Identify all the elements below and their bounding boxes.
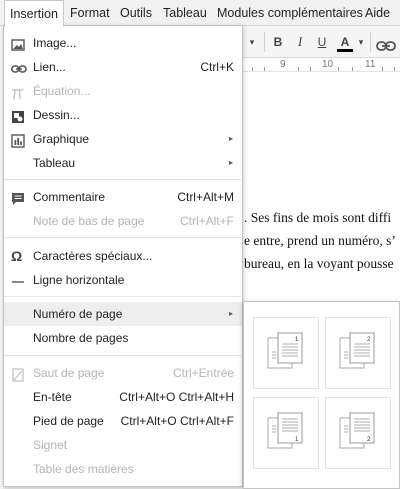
ruler-tick <box>264 67 265 71</box>
insert-menu: Image... Lien... Ctrl+K + Équation... De… <box>3 25 243 487</box>
ruler-tick <box>310 67 311 71</box>
page-number-footer-skip-first-icon: 2 <box>326 412 392 473</box>
menu-separator <box>4 296 242 297</box>
menu-item-page-count[interactable]: Nombre de pages <box>4 326 242 350</box>
menu-separator <box>4 237 242 238</box>
horizontal-line-icon <box>11 273 25 287</box>
menu-item-equation: + Équation... <box>4 79 242 103</box>
document-text-line[interactable]: . Ses fins de mois sont diffi <box>244 210 391 226</box>
menu-modules-complementaires[interactable]: Modules complémentaires <box>217 0 363 26</box>
page-number-footer-right-icon: 1 <box>254 412 320 473</box>
svg-text:+: + <box>22 87 25 93</box>
menu-item-footnote: Note de bas de page Ctrl+Alt+F <box>33 214 234 228</box>
menu-separator <box>4 179 242 180</box>
image-icon <box>11 36 25 51</box>
toolbar-divider <box>264 32 265 52</box>
menu-item-page-break: Saut de page Ctrl+Entrée <box>4 361 242 385</box>
menu-item-bookmark: Signet <box>33 438 68 452</box>
text-color-bar <box>337 49 353 52</box>
ruler-tick <box>352 67 353 71</box>
bold-button[interactable]: B <box>270 32 286 52</box>
menu-item-header[interactable]: En-tête Ctrl+Alt+O Ctrl+Alt+H <box>4 385 242 409</box>
font-size-dropdown-chevron[interactable]: ▾ <box>246 32 258 52</box>
formatting-toolbar: ▾ B I U A ▾ <box>240 26 400 58</box>
italic-button[interactable]: I <box>292 32 308 52</box>
page-number-option-header-skip-first[interactable]: 2 <box>325 317 391 389</box>
page-number-option-footer-skip-first[interactable]: 2 <box>325 397 391 469</box>
submenu-arrow-icon: ▸ <box>228 134 233 143</box>
menu-item-table[interactable]: Tableau ▸ <box>4 151 242 175</box>
menu-item-comment[interactable]: Commentaire Ctrl+Alt+M <box>4 185 242 209</box>
underline-button[interactable]: U <box>314 32 330 52</box>
omega-icon: Ω <box>11 248 23 264</box>
toolbar-divider <box>370 32 371 52</box>
page-break-icon <box>11 366 25 382</box>
document-text-line[interactable]: bureau, en la voyant pousse <box>244 256 394 272</box>
menu-item-table-of-contents: Table des matières <box>33 462 134 476</box>
menu-item-chart[interactable]: Graphique ▸ <box>4 127 242 151</box>
menu-tableau[interactable]: Tableau <box>163 0 207 26</box>
comment-icon <box>11 190 25 205</box>
menu-outils[interactable]: Outils <box>120 0 152 26</box>
submenu-arrow-icon: ▸ <box>228 309 233 318</box>
menu-item-page-number[interactable]: Numéro de page ▸ <box>4 302 242 326</box>
menu-insertion[interactable]: Insertion <box>4 0 64 27</box>
menu-item-footer[interactable]: Pied de page Ctrl+Alt+O Ctrl+Alt+F <box>4 409 242 433</box>
page-number-submenu: 1 2 1 2 <box>243 301 400 489</box>
chart-icon <box>11 132 25 148</box>
page-number-header-right-icon: 1 <box>254 332 320 393</box>
menu-format[interactable]: Format <box>70 0 110 26</box>
ruler-tick <box>394 67 395 71</box>
menu-item-special-characters[interactable]: Ω Caractères spéciaux... <box>4 244 242 268</box>
submenu-arrow-icon: ▸ <box>228 158 233 167</box>
page-number-option-footer-all-pages[interactable]: 1 <box>253 397 319 469</box>
menu-aide[interactable]: Aide <box>365 0 390 26</box>
ruler-number: 9 <box>280 59 286 70</box>
document-text-line[interactable]: e entre, prend un numéro, s’ <box>244 233 396 249</box>
ruler-tick <box>338 67 339 71</box>
page-number-option-header-all-pages[interactable]: 1 <box>253 317 319 389</box>
ruler-tick <box>252 67 253 71</box>
menu-bar: Insertion Format Outils Tableau Modules … <box>0 0 400 27</box>
link-icon <box>11 60 27 74</box>
drawing-icon <box>11 108 25 123</box>
menu-item-horizontal-line[interactable]: Ligne horizontale <box>4 268 242 292</box>
ruler-number: 11 <box>365 59 376 70</box>
link-icon[interactable] <box>376 37 396 51</box>
pi-icon: + <box>11 84 25 100</box>
menu-item-drawing[interactable]: Dessin... <box>4 103 242 127</box>
ruler-tick <box>298 67 299 71</box>
ruler: 9 10 11 <box>240 58 400 72</box>
ruler-tick <box>382 67 383 71</box>
page-number-header-skip-first-icon: 2 <box>326 332 392 393</box>
menu-separator <box>4 355 242 356</box>
ruler-number: 10 <box>322 59 334 70</box>
text-color-dropdown-chevron[interactable]: ▾ <box>356 32 366 52</box>
menu-item-image[interactable]: Image... <box>4 31 242 55</box>
menu-item-link[interactable]: Lien... Ctrl+K <box>4 55 242 79</box>
